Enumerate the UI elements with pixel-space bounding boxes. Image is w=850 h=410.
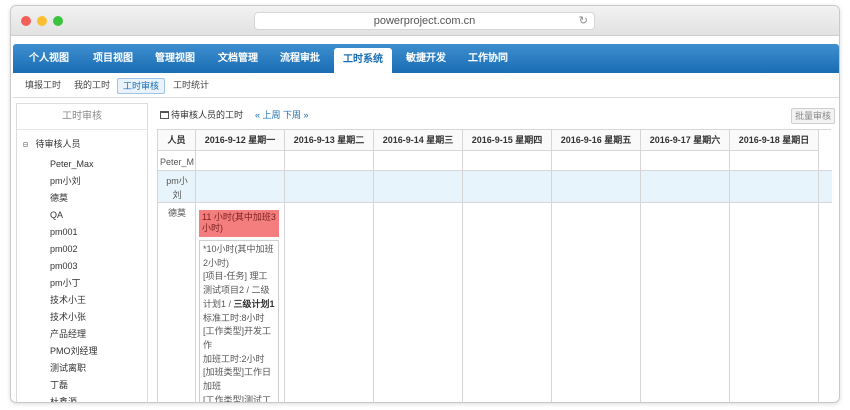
column-header-day: 2016-9-17 星期六 xyxy=(641,130,730,151)
tree-item-person[interactable]: Peter_Max xyxy=(50,157,94,171)
column-header-day: 2016-9-16 星期五 xyxy=(552,130,641,151)
entry-detail-line: [工作类型]测试工作 xyxy=(203,394,272,403)
week-navigation: « 上周 下周 » xyxy=(255,108,309,122)
zoom-window-button[interactable] xyxy=(53,16,63,26)
grid-line xyxy=(195,130,196,402)
tree-item-person[interactable]: 技术小张 xyxy=(50,310,86,324)
address-url: powerproject.com.cn xyxy=(373,15,476,27)
column-header-day: 2016-9-14 星期三 xyxy=(374,130,463,151)
entry-detail-line: *10小时(其中加班2小时) xyxy=(203,244,274,268)
tree-item-person[interactable]: 测试离职 xyxy=(50,361,86,375)
batch-review-button[interactable]: 批量审核 xyxy=(791,108,835,124)
nav-management-view[interactable]: 管理视图 xyxy=(147,44,203,73)
timesheet-entry-detail[interactable]: *10小时(其中加班2小时) [项目-任务] 理工测试项目2 / 二级计划1 /… xyxy=(199,240,279,403)
browser-titlebar: powerproject.com.cn ↻ xyxy=(11,6,839,36)
entry-detail-line: 加班工时:2小时 xyxy=(203,353,265,364)
minimize-window-button[interactable] xyxy=(37,16,47,26)
entry-detail-line: 标准工时:8小时 xyxy=(203,312,265,323)
tree-item-person[interactable]: 产品经理 xyxy=(50,327,86,341)
tree-item-person[interactable]: QA xyxy=(50,208,63,222)
tree-item-person[interactable]: 杜鑫源 xyxy=(50,395,77,402)
tree-item-person[interactable]: 技术小王 xyxy=(50,293,86,307)
grid-line xyxy=(818,130,819,402)
tree-item-person[interactable]: 丁磊 xyxy=(50,378,68,392)
row-person-name: Peter_M xyxy=(159,157,194,167)
grid-line xyxy=(373,130,374,402)
next-week-link[interactable]: 下周 » xyxy=(283,110,309,120)
entry-detail-line: [工作类型]开发工作 xyxy=(203,326,272,350)
nav-personal-view[interactable]: 个人视图 xyxy=(21,44,77,73)
grid-line xyxy=(640,130,641,402)
sidebar-title: 工时审核 xyxy=(17,104,147,130)
subnav-timesheet-stats[interactable]: 工时统计 xyxy=(168,78,214,94)
nav-agile-development[interactable]: 敏捷开发 xyxy=(398,44,454,73)
tree-root-label: 待审核人员 xyxy=(35,139,81,149)
column-header-person: 人员 xyxy=(158,130,196,151)
subnav-fill-timesheet[interactable]: 填报工时 xyxy=(20,78,66,94)
tree-item-person[interactable]: pm002 xyxy=(50,242,78,256)
grid-line xyxy=(462,130,463,402)
collapse-icon[interactable]: ⊟ xyxy=(23,138,33,152)
grid-line xyxy=(284,130,285,402)
table-row xyxy=(158,171,832,203)
browser-window: powerproject.com.cn ↻ 个人视图 项目视图 管理视图 文档管… xyxy=(10,5,840,403)
nav-timesheet-system[interactable]: 工时系统 xyxy=(334,48,392,73)
main-nav: 个人视图 项目视图 管理视图 文档管理 流程审批 工时系统 敏捷开发 工作协同 xyxy=(13,44,839,73)
prev-week-link[interactable]: « 上周 xyxy=(255,110,281,120)
tree-item-person[interactable]: pm001 xyxy=(50,225,78,239)
sub-nav: 填报工时 我的工时 工时审核 工时统计 xyxy=(13,73,839,98)
nav-work-collaboration[interactable]: 工作协同 xyxy=(460,44,516,73)
nav-workflow-approval[interactable]: 流程审批 xyxy=(272,44,328,73)
reload-icon[interactable]: ↻ xyxy=(579,13,588,29)
column-header-day: 2016-9-15 星期四 xyxy=(463,130,552,151)
tree-root-pending[interactable]: ⊟ 待审核人员 xyxy=(23,137,81,151)
entry-detail-task-level: 三级计划1 xyxy=(233,298,275,309)
tree-item-person[interactable]: pm003 xyxy=(50,259,78,273)
tree-item-person[interactable]: pm小丁 xyxy=(50,276,81,290)
row-person-name: pm小刘 xyxy=(166,176,188,200)
column-header-day: 2016-9-12 星期一 xyxy=(196,130,285,151)
nav-document-management[interactable]: 文档管理 xyxy=(210,44,266,73)
column-header-day: 2016-9-13 星期二 xyxy=(285,130,374,151)
grid-line xyxy=(729,130,730,402)
calendar-icon xyxy=(160,111,169,119)
entry-detail-line: [项目-任务] 理工测试项目2 / 二级计划1 / 三级计划1 xyxy=(203,270,275,311)
tree-item-person[interactable]: 德莫 xyxy=(50,191,68,205)
grid-line xyxy=(551,130,552,402)
column-header-day: 2016-9-18 星期日 xyxy=(730,130,819,151)
subnav-timesheet-review[interactable]: 工时审核 xyxy=(117,78,166,94)
subnav-my-timesheet[interactable]: 我的工时 xyxy=(69,78,115,94)
entry-detail-line: [加班类型]工作日加班 xyxy=(203,367,272,392)
timesheet-entry-summary[interactable]: 11 小时(其中加班3小时) xyxy=(199,210,279,237)
toolbar-label: 待审核人员的工时 xyxy=(160,108,243,122)
tree-item-person[interactable]: PMO刘经理 xyxy=(50,344,98,358)
row-person-name: 德莫 xyxy=(167,208,186,218)
timesheet-panel: 待审核人员的工时 « 上周 下周 » 批量审核 人员 2016-9-12 星期一… xyxy=(157,103,837,403)
close-window-button[interactable] xyxy=(21,16,31,26)
toolbar-label-text: 待审核人员的工时 xyxy=(171,110,244,120)
reviewer-sidebar: 工时审核 ⊟ 待审核人员 Peter_Max pm小刘 德莫 QA pm001 … xyxy=(16,103,148,402)
tree-item-person[interactable]: pm小刘 xyxy=(50,174,81,188)
nav-project-view[interactable]: 项目视图 xyxy=(85,44,141,73)
table-row xyxy=(158,151,832,171)
address-bar[interactable]: powerproject.com.cn ↻ xyxy=(254,12,595,30)
